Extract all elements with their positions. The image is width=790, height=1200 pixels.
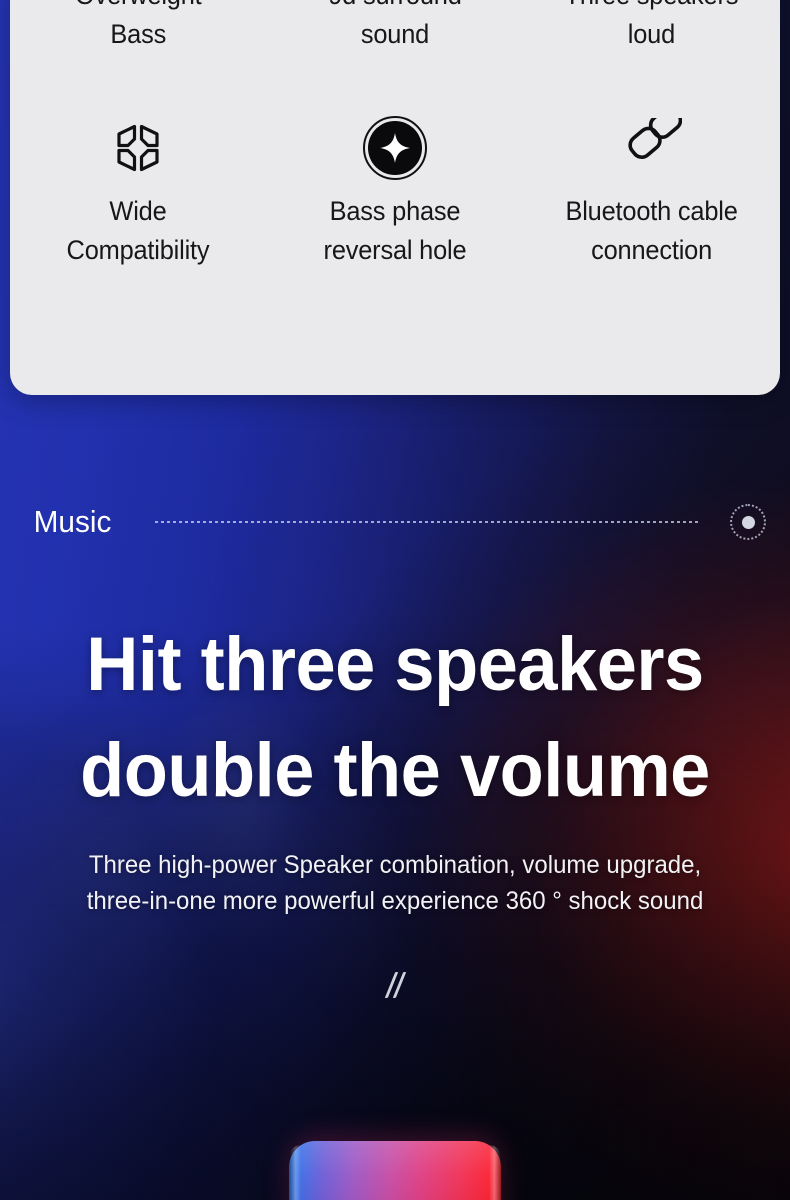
hero-subcopy-line-2: three-in-one more powerful experience 36… — [86, 886, 704, 915]
section-header-music: Music — [32, 500, 766, 544]
feature-item-overweight-bass: OverweightBass — [10, 0, 267, 54]
feature-card: OverweightBass 9d surroundsound Three sp… — [10, 0, 780, 395]
hero-subcopy-line-1: Three high-power Speaker combination, vo… — [88, 851, 702, 879]
feature-item-9d-surround-sound: 9d surroundsound — [267, 0, 524, 54]
hero-headline-line-1: Hit three speakers — [86, 622, 704, 707]
feature-item-three-speakers-loud: Three speakersloud — [523, 0, 780, 54]
feature-label-bluetooth-cable-connection: Bluetooth cable connection — [565, 196, 738, 266]
product-bevel-right — [489, 1145, 501, 1200]
product-detail-page: OverweightBass 9d surroundsound Three sp… — [0, 0, 790, 1200]
product-bevel-left — [289, 1145, 301, 1200]
double-slash-divider-icon — [0, 972, 790, 998]
hero-subcopy: Three high-power Speaker combination, vo… — [45, 848, 746, 919]
feature-grid: OverweightBass 9d surroundsound Three sp… — [10, 0, 780, 271]
chain-link-icon — [622, 116, 682, 180]
hero-headline: Hit three speakers double the volume — [20, 612, 771, 825]
section-divider-line — [154, 521, 700, 523]
product-image-speaker — [289, 1141, 501, 1200]
clover-four-petal-icon — [110, 116, 166, 180]
feature-label-bass-phase-reversal-hole: Bass phase reversal hole — [323, 196, 467, 266]
hero-headline-line-2: double the volume — [80, 728, 710, 814]
dotted-circle-icon — [730, 504, 766, 540]
feature-label-three-speakers-loud: Three speakersloud — [565, 0, 739, 50]
sparkle-circle-icon — [362, 116, 428, 181]
feature-label-overweight-bass: OverweightBass — [75, 0, 202, 50]
feature-item-bluetooth-cable-connection: Bluetooth cable connection — [523, 116, 780, 270]
feature-item-bass-phase-reversal-hole: Bass phase reversal hole — [267, 116, 524, 270]
feature-item-wide-compatibility: Wide Compatibility — [10, 116, 267, 270]
feature-label-9d-surround-sound: 9d surroundsound — [328, 0, 462, 50]
product-sheen — [289, 1141, 501, 1200]
feature-label-wide-compatibility: Wide Compatibility — [66, 196, 210, 266]
section-title: Music — [33, 504, 112, 539]
